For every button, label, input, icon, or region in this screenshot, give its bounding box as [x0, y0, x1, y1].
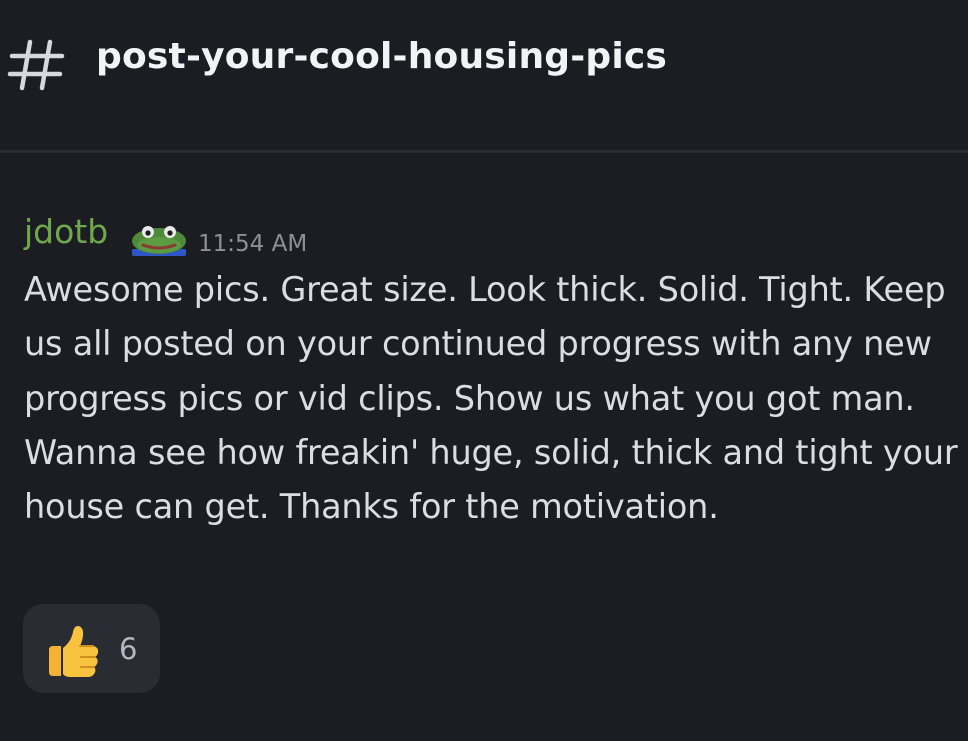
reaction-count: 6: [119, 632, 138, 666]
thumbs-up-icon: [49, 626, 99, 677]
frog-emoji-icon: [132, 226, 186, 256]
header-divider: [0, 150, 968, 153]
channel-header: post-your-cool-housing-pics: [0, 0, 968, 150]
channel-title: post-your-cool-housing-pics: [96, 36, 668, 77]
chat-screen: post-your-cool-housing-pics jdotb 11:54 …: [0, 0, 968, 741]
hash-icon: [7, 39, 65, 91]
message-author[interactable]: jdotb: [24, 212, 108, 251]
message-text: Awesome pics. Great size. Look thick. So…: [24, 270, 958, 527]
message-timestamp: 11:54 AM: [198, 231, 308, 257]
reaction-thumbs-up[interactable]: 6: [23, 604, 160, 693]
